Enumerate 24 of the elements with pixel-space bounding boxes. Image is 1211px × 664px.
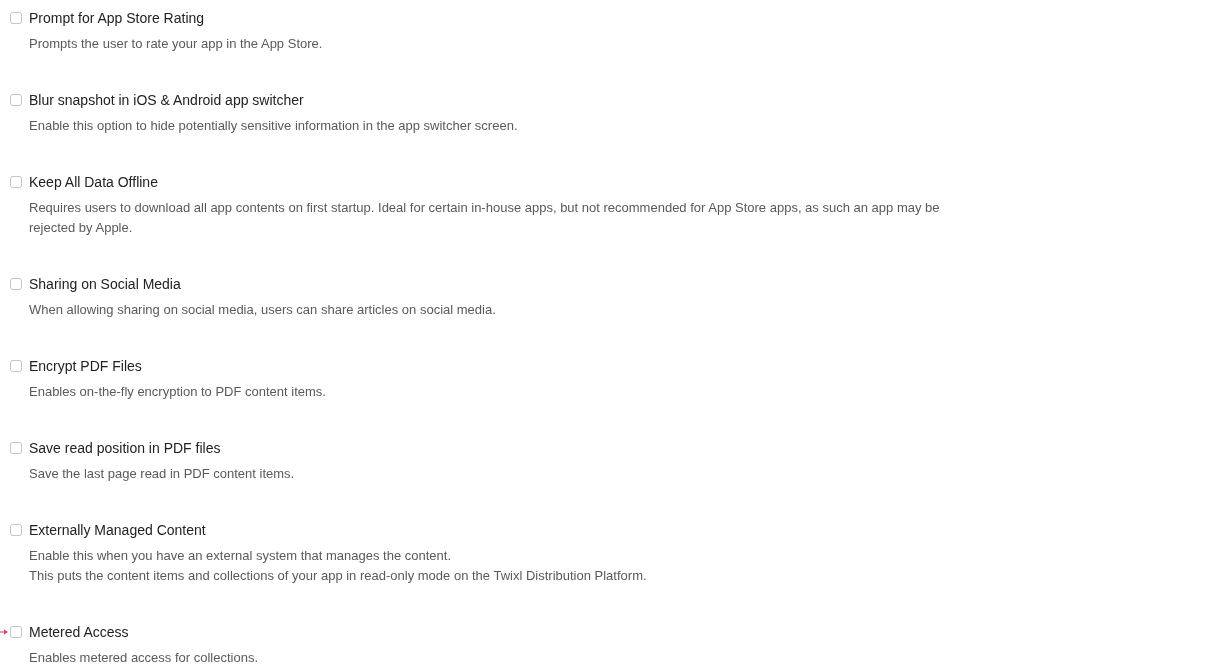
option-description: Enable this option to hide potentially sensitive information in the app switcher screen.	[29, 117, 519, 135]
option-label: Blur snapshot in iOS & Android app switcher	[29, 91, 304, 110]
checkbox[interactable]	[10, 12, 22, 24]
checkbox[interactable]	[10, 94, 22, 106]
option-label: Keep All Data Offline	[29, 173, 158, 192]
option-label: Save read position in PDF files	[29, 439, 221, 458]
option-label: Prompt for App Store Rating	[29, 9, 205, 28]
checkbox[interactable]	[10, 278, 22, 290]
option-description: Requires users to download all app contents on first startup. Ideal for certain in-house apps, but not recommended for App Store apps, as such an app may be rejected by Apple.	[29, 199, 941, 237]
option-description: When allowing sharing on social media, users can share articles on social media.	[29, 301, 497, 319]
option-description: Enables metered access for collections.	[29, 649, 260, 664]
option-label: Encrypt PDF Files	[29, 357, 142, 376]
option-label: Externally Managed Content	[29, 521, 206, 540]
checkbox[interactable]	[10, 524, 22, 536]
option-description: Enables on-the-fly encryption to PDF content items.	[29, 383, 327, 401]
option-label: Metered Access	[29, 623, 129, 642]
checkbox[interactable]	[10, 176, 22, 188]
checkbox[interactable]	[10, 626, 22, 638]
option-description: Save the last page read in PDF content items.	[29, 465, 296, 483]
checkbox[interactable]	[10, 360, 22, 372]
option-description: Prompts the user to rate your app in the App Store.	[29, 35, 324, 53]
option-label: Sharing on Social Media	[29, 275, 181, 294]
option-description: Enable this when you have an external system that manages the content. This puts the content items and collections of your app in read-only mode on the Twixl Distribution Platform.	[29, 547, 648, 585]
checkbox[interactable]	[10, 442, 22, 454]
